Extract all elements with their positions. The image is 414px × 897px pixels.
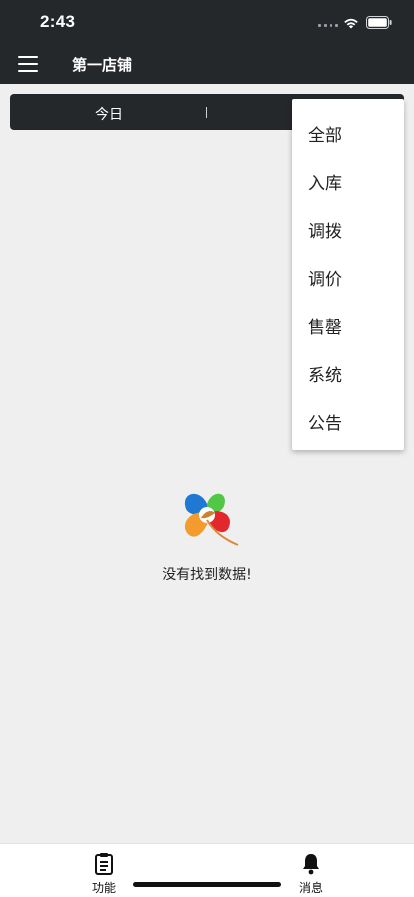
dropdown-item-price-adjust[interactable]: 调价	[308, 265, 342, 290]
dropdown-item-stock-in[interactable]: 入库	[308, 169, 342, 194]
clipboard-icon	[95, 853, 113, 875]
tab-function-label: 功能	[91, 881, 116, 895]
tab-function[interactable]: 功能	[74, 852, 134, 896]
segment-today[interactable]: 今日	[95, 104, 123, 124]
app-title: 第一店铺	[72, 56, 133, 74]
status-bar: 2:43	[0, 0, 414, 46]
dropdown-item-sold-out[interactable]: 售罄	[308, 313, 342, 338]
empty-state-message: 没有找到数据!	[162, 567, 252, 583]
empty-state: 没有找到数据!	[0, 486, 414, 586]
cellular-signal-icon	[318, 24, 338, 28]
battery-icon	[366, 16, 392, 29]
dropdown-item-all[interactable]: 全部	[308, 121, 342, 146]
bottom-tab-bar: 功能 消息	[0, 843, 414, 897]
clover-logo-icon	[184, 493, 239, 546]
home-indicator	[133, 882, 281, 887]
tab-message[interactable]: 消息	[281, 852, 341, 896]
dropdown-item-system[interactable]: 系统	[308, 361, 342, 386]
status-time: 2:43	[40, 12, 76, 31]
dropdown-item-transfer[interactable]: 调拨	[308, 217, 342, 242]
bell-icon	[303, 854, 319, 875]
segment-divider	[206, 107, 207, 118]
tab-message-label: 消息	[298, 881, 323, 895]
wifi-icon	[344, 18, 358, 29]
app-bar: 第一店铺	[0, 46, 414, 84]
dropdown-item-announcement[interactable]: 公告	[308, 409, 342, 434]
hamburger-menu-icon[interactable]	[18, 56, 38, 72]
category-dropdown: 全部 入库 调拨 调价 售罄 系统 公告	[292, 99, 404, 450]
